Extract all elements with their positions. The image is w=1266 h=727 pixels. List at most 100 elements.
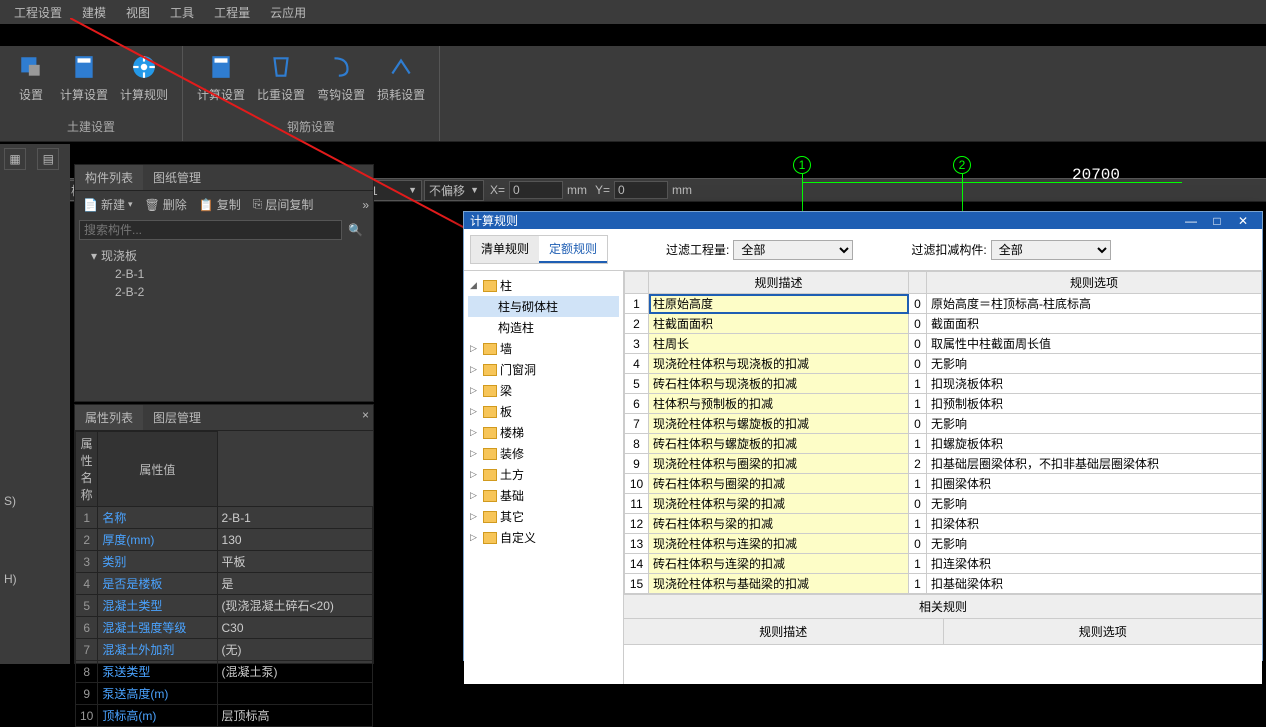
offset-select[interactable]: 不偏移▼: [424, 180, 484, 201]
tab-properties[interactable]: 属性列表: [75, 405, 143, 430]
weight-icon: [264, 50, 298, 84]
folder-item[interactable]: ▷基础: [468, 485, 619, 506]
copy-button[interactable]: 📋复制: [195, 194, 245, 215]
new-icon: 📄: [83, 198, 98, 212]
delete-button[interactable]: 🗑删除: [141, 194, 191, 215]
rule-row[interactable]: 4现浇砼柱体积与现浇板的扣减0无影响: [625, 354, 1262, 374]
rule-row[interactable]: 2柱截面面积0截面面积: [625, 314, 1262, 334]
menu-cloud[interactable]: 云应用: [260, 1, 316, 24]
folder-column[interactable]: ◢柱: [468, 275, 619, 296]
folder-item[interactable]: ▷门窗洞: [468, 359, 619, 380]
property-row[interactable]: 4是否是楼板是: [76, 573, 373, 595]
close-button[interactable]: ✕: [1230, 214, 1256, 228]
menubar: 工程设置 建模 视图 工具 工程量 云应用: [0, 0, 1266, 24]
x-input[interactable]: [509, 181, 563, 199]
property-row[interactable]: 10顶标高(m)层顶标高: [76, 705, 373, 727]
tab-list-rules[interactable]: 清单规则: [471, 236, 539, 263]
folder-item[interactable]: ▷土方: [468, 464, 619, 485]
property-row[interactable]: 2厚度(mm)130: [76, 529, 373, 551]
rule-row[interactable]: 12砖石柱体积与梁的扣减1扣梁体积: [625, 514, 1262, 534]
minimize-button[interactable]: —: [1178, 214, 1204, 228]
filter2-select[interactable]: 全部: [991, 240, 1111, 260]
folder-item[interactable]: ▷梁: [468, 380, 619, 401]
property-row[interactable]: 6混凝土强度等级C30: [76, 617, 373, 639]
ribbon: 设置 计算设置 计算规则 土建设置 计算设置 比重设置: [0, 46, 1266, 142]
menu-modeling[interactable]: 建模: [72, 1, 116, 24]
rule-row[interactable]: 5砖石柱体积与现浇板的扣减1扣现浇板体积: [625, 374, 1262, 394]
filter2-label: 过滤扣减构件:: [911, 241, 986, 258]
ribbon-btn-hook[interactable]: 弯钩设置: [311, 50, 371, 103]
more-icon[interactable]: »: [362, 198, 369, 212]
rule-row[interactable]: 6柱体积与预制板的扣减1扣预制板体积: [625, 394, 1262, 414]
folder-item[interactable]: ▷楼梯: [468, 422, 619, 443]
side-btn-2[interactable]: ▤: [37, 148, 59, 170]
tab-component-list[interactable]: 构件列表: [75, 165, 143, 190]
menu-view[interactable]: 视图: [116, 1, 160, 24]
folder-item[interactable]: ▷其它: [468, 506, 619, 527]
property-row[interactable]: 5混凝土类型(现浇混凝土碎石<20): [76, 595, 373, 617]
tab-drawing-mgmt[interactable]: 图纸管理: [143, 165, 211, 190]
side-btn-1[interactable]: ▦: [4, 148, 26, 170]
ribbon-group-label-rebar: 钢筋设置: [287, 114, 335, 141]
rule-row[interactable]: 9现浇砼柱体积与圈梁的扣减2扣基础层圈梁体积，不扣非基础层圈梁体积: [625, 454, 1262, 474]
node-constructional[interactable]: 构造柱: [468, 317, 619, 338]
tab-quota-rules[interactable]: 定额规则: [539, 236, 607, 263]
tree-item-2b2[interactable]: 2-B-2: [81, 283, 367, 301]
properties-panel: × 属性列表 图层管理 属性名称属性值 1名称2-B-12厚度(mm)1303类…: [74, 404, 374, 664]
new-button[interactable]: 📄新建▾: [79, 194, 137, 215]
folder-item[interactable]: ▷装修: [468, 443, 619, 464]
rule-row[interactable]: 10砖石柱体积与圈梁的扣减1扣圈梁体积: [625, 474, 1262, 494]
related-col-opt: 规则选项: [944, 619, 1263, 644]
rule-row[interactable]: 15现浇砼柱体积与基础梁的扣减1扣基础梁体积: [625, 574, 1262, 594]
calculator-icon: [67, 50, 101, 84]
property-row[interactable]: 3类别平板: [76, 551, 373, 573]
ribbon-btn-loss[interactable]: 损耗设置: [371, 50, 431, 103]
filter1-select[interactable]: 全部: [733, 240, 853, 260]
menu-project-settings[interactable]: 工程设置: [4, 1, 72, 24]
grid-marker-2: 2: [953, 156, 971, 174]
node-column-masonry[interactable]: 柱与砌体柱: [468, 296, 619, 317]
property-row[interactable]: 7混凝土外加剂(无): [76, 639, 373, 661]
wrench-icon: [14, 50, 48, 84]
folder-item[interactable]: ▷自定义: [468, 527, 619, 548]
grid-line: [802, 182, 1182, 183]
rule-row[interactable]: 14砖石柱体积与连梁的扣减1扣连梁体积: [625, 554, 1262, 574]
search-input[interactable]: [79, 220, 342, 240]
component-panel: 构件列表 图纸管理 📄新建▾ 🗑删除 📋复制 ⎘层间复制 » 🔍 ▾现浇板 2-…: [74, 164, 374, 402]
ribbon-btn-calc-rules[interactable]: 计算规则: [114, 50, 174, 103]
ribbon-btn-settings[interactable]: 设置: [8, 50, 54, 103]
dialog-title: 计算规则: [470, 212, 518, 229]
rule-tree: ◢柱 柱与砌体柱 构造柱 ▷墙▷门窗洞▷梁▷板▷楼梯▷装修▷土方▷基础▷其它▷自…: [464, 271, 624, 684]
close-icon[interactable]: ×: [362, 408, 369, 422]
tab-layer-mgmt[interactable]: 图层管理: [143, 405, 211, 430]
ribbon-btn-calc-settings[interactable]: 计算设置: [54, 50, 114, 103]
rule-row[interactable]: 1柱原始高度0原始高度＝柱顶标高-柱底标高: [625, 294, 1262, 314]
rule-row[interactable]: 13现浇砼柱体积与连梁的扣减0无影响: [625, 534, 1262, 554]
property-row[interactable]: 1名称2-B-1: [76, 507, 373, 529]
tree-root[interactable]: ▾现浇板: [81, 246, 367, 265]
copy-icon: 📋: [199, 198, 214, 212]
rule-row[interactable]: 7现浇砼柱体积与螺旋板的扣减0无影响: [625, 414, 1262, 434]
dialog-titlebar: 计算规则 — □ ✕: [464, 212, 1262, 229]
folder-item[interactable]: ▷板: [468, 401, 619, 422]
grid-line-v1: [802, 174, 803, 214]
folder-item[interactable]: ▷墙: [468, 338, 619, 359]
calc-rules-dialog: 计算规则 — □ ✕ 清单规则 定额规则 过滤工程量: 全部 过滤扣减构件: 全…: [463, 211, 1263, 661]
ribbon-btn-weight[interactable]: 比重设置: [251, 50, 311, 103]
header-rule-opt: 规则选项: [927, 272, 1262, 294]
ribbon-btn-rebar-calc[interactable]: 计算设置: [191, 50, 251, 103]
menu-tools[interactable]: 工具: [160, 1, 204, 24]
rule-row[interactable]: 11现浇砼柱体积与梁的扣减0无影响: [625, 494, 1262, 514]
rule-row[interactable]: 8砖石柱体积与螺旋板的扣减1扣螺旋板体积: [625, 434, 1262, 454]
property-row[interactable]: 9泵送高度(m): [76, 683, 373, 705]
header-prop-value: 属性值: [98, 432, 217, 507]
maximize-button[interactable]: □: [1204, 214, 1230, 228]
rule-row[interactable]: 3柱周长0取属性中柱截面周长值: [625, 334, 1262, 354]
menu-quantity[interactable]: 工程量: [204, 1, 260, 24]
y-input[interactable]: [614, 181, 668, 199]
layer-copy-button[interactable]: ⎘层间复制: [249, 194, 318, 215]
loss-icon: [384, 50, 418, 84]
tree-item-2b1[interactable]: 2-B-1: [81, 265, 367, 283]
related-col-desc: 规则描述: [624, 619, 944, 644]
search-icon[interactable]: 🔍: [342, 223, 369, 237]
